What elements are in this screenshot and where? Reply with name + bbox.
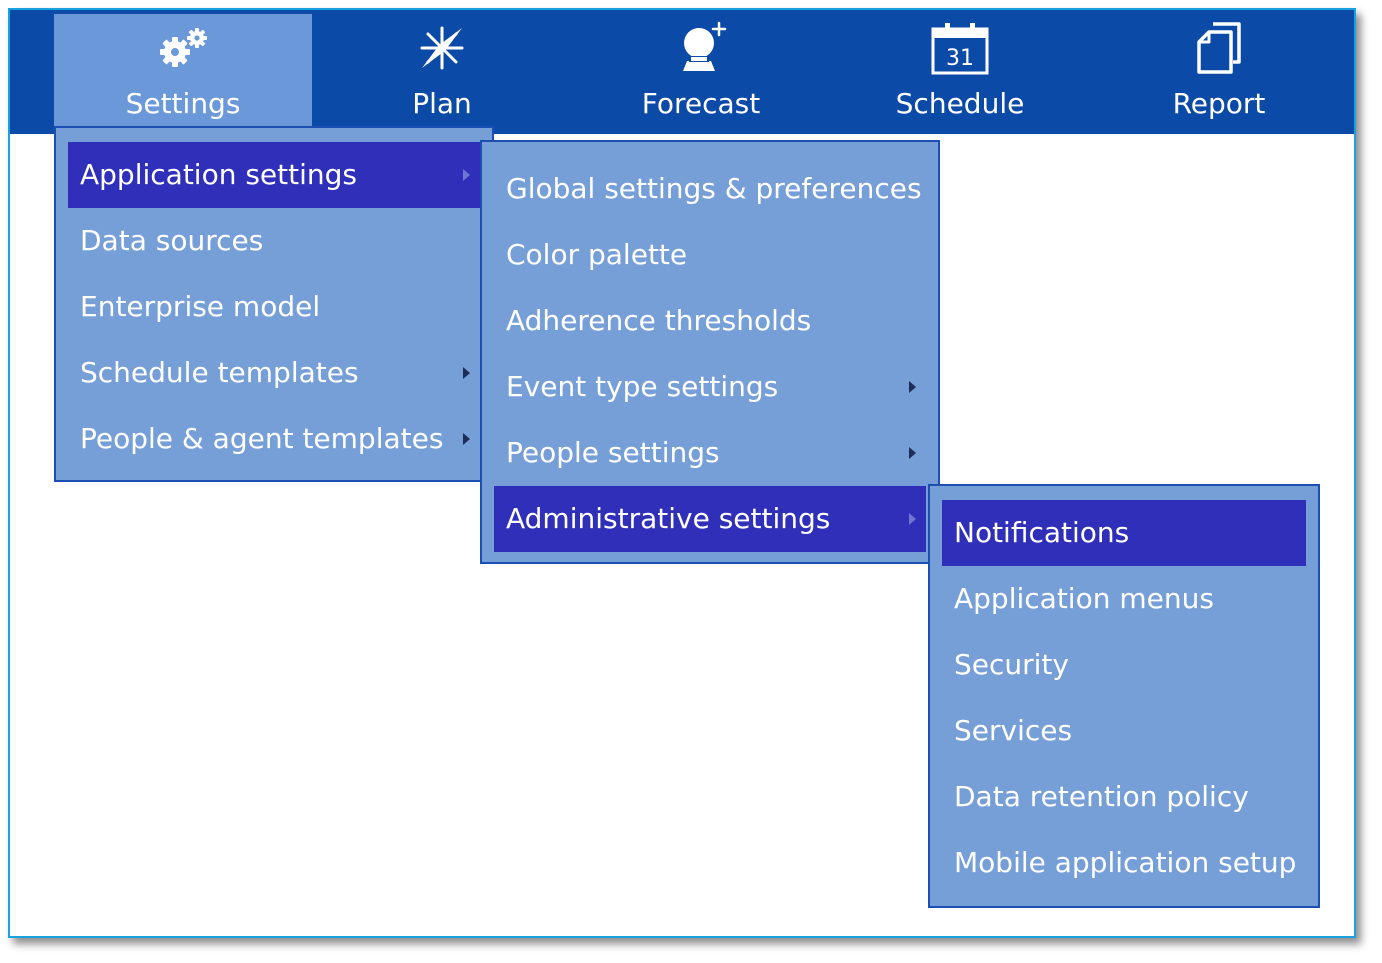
- settings-dropdown-menu: Application settings Data sources Enterp…: [54, 126, 494, 482]
- nav-forecast-label: Forecast: [641, 87, 761, 120]
- menu-item-label: Mobile application setup: [954, 846, 1297, 879]
- app-window: Settings Plan Forecast 31 Schedule Repor…: [8, 8, 1356, 938]
- submenu-arrow-icon: [463, 367, 470, 379]
- crystal-ball-icon: [572, 20, 830, 76]
- nav-schedule[interactable]: 31 Schedule: [831, 14, 1089, 126]
- menu-item-notifications[interactable]: Notifications: [942, 500, 1306, 566]
- menu-item-label: Notifications: [954, 516, 1130, 549]
- nav-settings-label: Settings: [125, 87, 241, 120]
- compass-icon: [313, 20, 571, 76]
- administrative-settings-submenu: Notifications Application menus Security…: [928, 484, 1320, 908]
- nav-forecast[interactable]: Forecast: [572, 14, 830, 126]
- menu-item-color-palette[interactable]: Color palette: [494, 222, 926, 288]
- menu-item-data-sources[interactable]: Data sources: [68, 208, 480, 274]
- menu-item-services[interactable]: Services: [942, 698, 1306, 764]
- submenu-arrow-icon: [909, 447, 916, 459]
- nav-plan[interactable]: Plan: [313, 14, 571, 126]
- menu-item-label: Administrative settings: [506, 502, 831, 535]
- application-settings-submenu: Global settings & preferences Color pale…: [480, 140, 940, 564]
- menu-item-schedule-templates[interactable]: Schedule templates: [68, 340, 480, 406]
- nav-schedule-label: Schedule: [895, 87, 1025, 120]
- calendar-day-number: 31: [946, 46, 974, 71]
- menu-item-global-settings-preferences[interactable]: Global settings & preferences: [494, 156, 926, 222]
- submenu-arrow-icon: [463, 433, 470, 445]
- top-navigation-bar: Settings Plan Forecast 31 Schedule Repor…: [10, 10, 1354, 134]
- menu-item-label: Application menus: [954, 582, 1214, 615]
- submenu-arrow-icon: [909, 513, 916, 525]
- menu-item-mobile-application-setup[interactable]: Mobile application setup: [942, 830, 1306, 896]
- menu-item-event-type-settings[interactable]: Event type settings: [494, 354, 926, 420]
- menu-item-label: Security: [954, 648, 1069, 681]
- nav-settings[interactable]: Settings: [54, 14, 312, 126]
- menu-item-enterprise-model[interactable]: Enterprise model: [68, 274, 480, 340]
- menu-item-label: Color palette: [506, 238, 688, 271]
- submenu-arrow-icon: [463, 169, 470, 181]
- menu-item-label: Services: [954, 714, 1073, 747]
- menu-item-label: People & agent templates: [80, 422, 444, 455]
- nav-plan-label: Plan: [412, 87, 472, 120]
- menu-item-label: Data sources: [80, 224, 264, 257]
- nav-report-label: Report: [1172, 87, 1266, 120]
- menu-item-people-agent-templates[interactable]: People & agent templates: [68, 406, 480, 472]
- submenu-arrow-icon: [909, 381, 916, 393]
- menu-item-label: Enterprise model: [80, 290, 321, 323]
- nav-report[interactable]: Report: [1090, 14, 1348, 126]
- menu-item-label: Adherence thresholds: [506, 304, 812, 337]
- menu-item-data-retention-policy[interactable]: Data retention policy: [942, 764, 1306, 830]
- menu-item-label: Global settings & preferences: [506, 172, 922, 205]
- gears-icon: [54, 20, 312, 76]
- menu-item-label: Data retention policy: [954, 780, 1249, 813]
- menu-item-people-settings[interactable]: People settings: [494, 420, 926, 486]
- menu-item-administrative-settings[interactable]: Administrative settings: [494, 486, 926, 552]
- menu-item-application-menus[interactable]: Application menus: [942, 566, 1306, 632]
- menu-item-label: Application settings: [80, 158, 358, 191]
- menu-item-label: Event type settings: [506, 370, 779, 403]
- menu-item-security[interactable]: Security: [942, 632, 1306, 698]
- calendar-icon: 31: [831, 20, 1089, 76]
- menu-item-label: Schedule templates: [80, 356, 359, 389]
- menu-item-label: People settings: [506, 436, 720, 469]
- menu-item-application-settings[interactable]: Application settings: [68, 142, 480, 208]
- menu-item-adherence-thresholds[interactable]: Adherence thresholds: [494, 288, 926, 354]
- report-pages-icon: [1090, 20, 1348, 76]
